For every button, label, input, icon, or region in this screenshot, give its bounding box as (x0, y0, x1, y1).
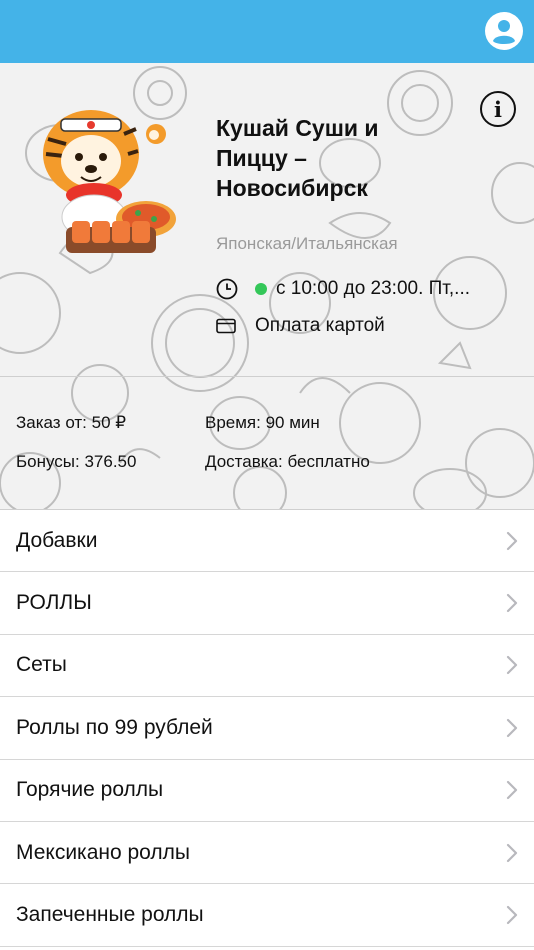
payment-text: Оплата картой (255, 315, 385, 336)
category-item[interactable]: Запеченные роллы (0, 884, 534, 947)
category-item[interactable]: РОЛЛЫ (0, 572, 534, 635)
user-circle-icon (487, 14, 521, 48)
credit-card-icon (216, 318, 236, 334)
delivery-time: Время: 90 мин (205, 413, 320, 432)
restaurant-name: Кушай Суши и Пиццу – Новосибирск (216, 115, 379, 201)
restaurant-header: i Кушай Суши и Пиццу – Новосибирск Японс… (0, 63, 534, 509)
min-order: Заказ от: 50 ₽ (16, 413, 127, 432)
category-item[interactable]: Сеты (0, 634, 534, 698)
category-label: Мексикано роллы (16, 840, 190, 864)
category-label: Роллы по 99 рублей (16, 715, 213, 739)
clock-icon (216, 278, 238, 300)
payment-method: Оплата картой (216, 312, 385, 340)
header-divider (0, 376, 534, 377)
cuisine-label: Японская/Итальянская (216, 234, 398, 253)
chevron-right-icon (506, 656, 518, 675)
category-label: Горячие роллы (16, 778, 164, 802)
chevron-right-icon (506, 718, 518, 737)
category-item[interactable]: Горячие роллы (0, 759, 534, 822)
restaurant-logo (43, 110, 176, 253)
delivery-cost: Доставка: бесплатно (205, 452, 370, 471)
category-item[interactable]: Роллы по 99 рублей (0, 697, 534, 760)
profile-button[interactable] (485, 12, 523, 50)
category-list: Добавки РОЛЛЫ Сеты Роллы по 99 рублей Го… (0, 509, 534, 947)
category-label: Запеченные роллы (16, 903, 204, 927)
chevron-right-icon (506, 593, 518, 613)
info-button[interactable]: i (480, 91, 516, 127)
top-bar (0, 0, 534, 63)
chevron-right-icon (506, 905, 518, 925)
category-label: РОЛЛЫ (16, 591, 92, 615)
info-icon: i (494, 96, 502, 122)
category-item[interactable]: Добавки (0, 510, 534, 573)
category-label: Сеты (16, 653, 67, 677)
open-status-dot (255, 283, 267, 295)
bonuses: Бонусы: 376.50 (16, 452, 137, 471)
category-label: Добавки (16, 528, 98, 552)
chevron-right-icon (506, 781, 518, 800)
hours-text: с 10:00 до 23:00. Пт,... (276, 278, 471, 299)
category-item[interactable]: Мексикано роллы (0, 821, 534, 885)
chevron-right-icon (506, 843, 518, 862)
opening-hours: с 10:00 до 23:00. Пт,... (216, 275, 516, 303)
chevron-right-icon (506, 531, 518, 550)
